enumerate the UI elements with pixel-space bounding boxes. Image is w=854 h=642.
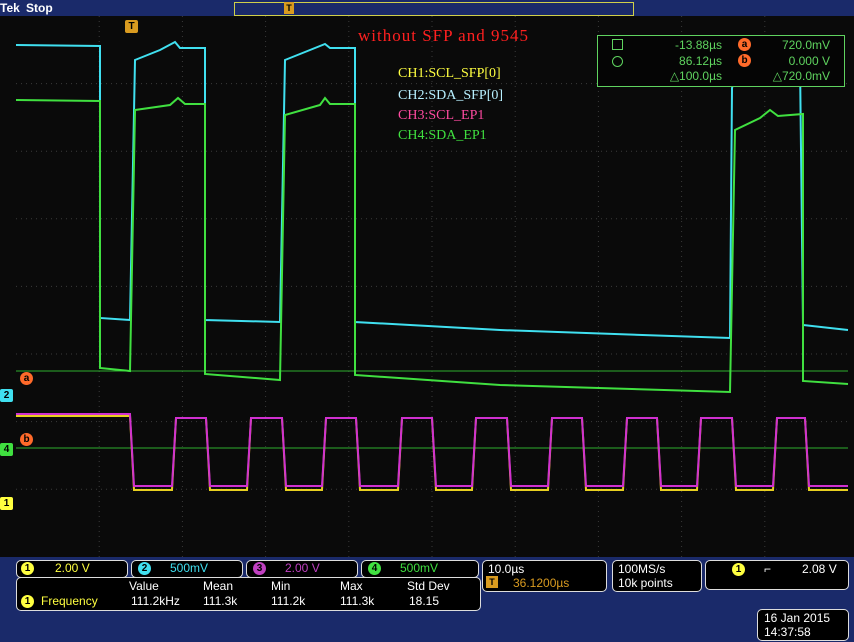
date-time-box: 16 Jan 2015 14:37:58	[757, 609, 849, 641]
trigger-level: 2.08 V	[802, 562, 837, 576]
voltage-cursor-icon	[612, 56, 623, 67]
meas-mean: 111.3k	[203, 594, 238, 608]
ch4-ground-marker[interactable]: 4	[0, 443, 13, 456]
legend-ch1: CH1:SCL_SFP[0]	[398, 66, 501, 81]
ch1-scale: 2.00 V	[55, 561, 90, 575]
cursor-b-voltage: 0.000 V	[788, 54, 830, 68]
cursor-a-voltage: 720.0mV	[781, 38, 830, 52]
ch2-scale: 500mV	[170, 561, 209, 575]
date: 16 Jan 2015	[764, 611, 831, 625]
trigger-box[interactable]: 1 ⌐ 2.08 V	[705, 560, 849, 590]
ch2-ground-marker[interactable]: 2	[0, 389, 13, 402]
horizontal-scale: 10.0µs	[488, 562, 525, 576]
ch3-scale-box[interactable]: 3 2.00 V	[246, 560, 358, 578]
record-length: 10k points	[618, 576, 673, 590]
meas-header-mean: Mean	[203, 579, 234, 593]
trigger-source-badge: 1	[732, 563, 745, 576]
ch2-badge: 2	[138, 562, 151, 575]
cursor-a-icon: a	[738, 38, 751, 51]
ch3-badge: 3	[253, 562, 266, 575]
trigger-slope-icon: ⌐	[764, 562, 772, 576]
meas-channel-badge: 1	[21, 595, 34, 608]
ch1-ground-marker[interactable]: 1	[0, 497, 13, 510]
ch4-scale: 500mV	[400, 561, 439, 575]
meas-name: Frequency	[41, 594, 98, 608]
meas-header-value: Value	[129, 579, 159, 593]
trigger-delay-icon: T	[486, 576, 498, 588]
timebase-box[interactable]: 10.0µs T 36.1200µs	[482, 560, 607, 592]
legend-ch2: CH2:SDA_SFP[0]	[398, 88, 504, 103]
ch3-scale: 2.00 V	[285, 561, 320, 575]
cursor-a-marker[interactable]: a	[20, 372, 33, 385]
cursor-readout-panel: -13.88µs a 720.0mV 86.12µs b 0.000 V △10…	[597, 35, 845, 87]
ch4-badge: 4	[368, 562, 381, 575]
cursor-a-time: -13.88µs	[675, 38, 722, 52]
time: 14:37:58	[764, 625, 811, 639]
ch1-scale-box[interactable]: 1 2.00 V	[16, 560, 128, 578]
cursor-b-time: 86.12µs	[679, 54, 722, 68]
meas-min: 111.2k	[271, 594, 306, 608]
trigger-position-marker[interactable]: T	[125, 20, 138, 33]
cursor-delta-time: △100.0µs	[669, 69, 722, 83]
ch1-badge: 1	[21, 562, 34, 575]
ch4-scale-box[interactable]: 4 500mV	[361, 560, 479, 578]
cursor-delta-voltage: △720.0mV	[772, 69, 830, 83]
time-cursor-icon	[612, 39, 623, 50]
ch2-scale-box[interactable]: 2 500mV	[131, 560, 243, 578]
meas-header-stddev: Std Dev	[407, 579, 450, 593]
meas-value: 111.2kHz	[131, 594, 180, 608]
trigger-position: 36.1200µs	[513, 576, 570, 590]
legend-ch4: CH4:SDA_EP1	[398, 128, 487, 143]
meas-max: 111.3k	[340, 594, 375, 608]
cursor-b-icon: b	[738, 54, 751, 67]
sample-rate: 100MS/s	[618, 562, 666, 576]
meas-header-min: Min	[271, 579, 291, 593]
meas-header-max: Max	[340, 579, 363, 593]
acquisition-box[interactable]: 100MS/s 10k points	[612, 560, 702, 592]
meas-stddev: 18.15	[409, 594, 440, 608]
legend-ch3: CH3:SCL_EP1	[398, 108, 485, 123]
scope-annotation-title: without SFP and 9545	[358, 26, 529, 45]
cursor-b-marker[interactable]: b	[20, 433, 33, 446]
measurement-table[interactable]: Value Mean Min Max Std Dev 1 Frequency 1…	[16, 577, 481, 611]
